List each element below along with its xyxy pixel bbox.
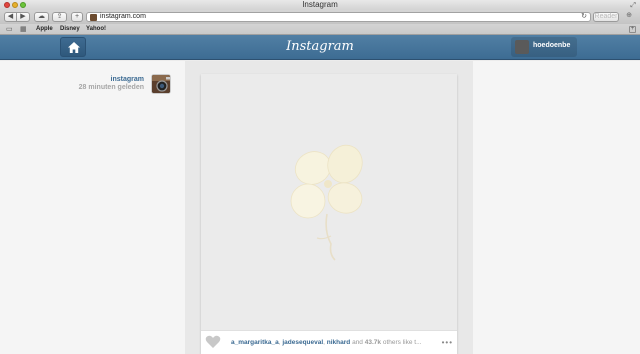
back-button[interactable]: ◀ (4, 12, 17, 22)
likes-and-text: and (352, 339, 363, 346)
bookmark-disney[interactable]: Disney (60, 24, 80, 34)
post-photo[interactable] (201, 74, 457, 330)
bookmarks-bar: ▭ ▦ Apple Disney Yahoo! + (0, 24, 640, 35)
add-bookmark-icon[interactable]: + (629, 26, 636, 33)
liker-link[interactable]: a_margaritka_a (231, 339, 279, 346)
icloud-tabs-button[interactable]: ☁ (34, 12, 49, 22)
share-icon: ⇪ (56, 13, 63, 20)
address-bar[interactable]: instagram.com ↻ (86, 12, 591, 22)
post-card: a_margaritka_a, jadesequeval, nikhard an… (201, 74, 457, 354)
liker-link[interactable]: jadesequeval (282, 339, 323, 346)
site-favicon-icon (90, 14, 97, 21)
flower-photo-image (290, 144, 363, 261)
liker-link[interactable]: nikhard (327, 339, 350, 346)
cloud-icon: ☁ (38, 13, 45, 20)
post-actions-bar: a_margaritka_a, jadesequeval, nikhard an… (201, 330, 457, 354)
post-author-info: instagram 28 minuten geleden (79, 76, 144, 91)
reader-button[interactable]: Reader (593, 12, 619, 22)
feed-right-column (473, 61, 640, 354)
instagram-header: Instagram hoedoenbe (0, 35, 640, 60)
url-text: instagram.com (100, 13, 146, 20)
bookmark-yahoo[interactable]: Yahoo! (86, 24, 106, 34)
bookmark-apple[interactable]: Apple (36, 24, 53, 34)
more-options-button[interactable]: ••• (442, 331, 453, 354)
post-timestamp[interactable]: 28 minuten geleden (79, 84, 144, 91)
forward-icon: ▶ (20, 13, 26, 20)
reading-list-icon[interactable]: ▭ (6, 25, 13, 35)
post-author-avatar[interactable] (151, 74, 171, 94)
feed-center-column: a_margaritka_a, jadesequeval, nikhard an… (185, 61, 473, 354)
avatar (515, 40, 529, 54)
forward-button[interactable]: ▶ (17, 12, 30, 22)
feed-content: instagram 28 minuten geleden a_margaritk… (0, 61, 640, 354)
likes-summary: a_margaritka_a, jadesequeval, nikhard an… (231, 339, 422, 346)
browser-toolbar: ◀ ▶ ☁ ⇪ + instagram.com ↻ Reader ⊕ (0, 10, 640, 24)
instagram-camera-icon (152, 75, 170, 93)
plus-icon: + (74, 13, 80, 20)
downloads-icon[interactable]: ⊕ (622, 12, 636, 22)
like-count[interactable]: 43.7k (365, 339, 381, 346)
top-sites-icon[interactable]: ▦ (20, 25, 27, 35)
new-tab-button[interactable]: + (71, 12, 83, 22)
share-button[interactable]: ⇪ (52, 12, 67, 22)
reload-icon[interactable]: ↻ (581, 13, 587, 21)
back-icon: ◀ (7, 13, 14, 20)
like-heart-icon[interactable] (205, 335, 221, 349)
minimize-window-button[interactable] (12, 2, 18, 8)
window-titlebar: Instagram ⤢ (0, 0, 640, 10)
window-title: Instagram (302, 0, 338, 9)
close-window-button[interactable] (4, 2, 10, 8)
profile-menu[interactable]: hoedoenbe (511, 37, 577, 57)
post-author-name[interactable]: instagram (79, 76, 144, 83)
likes-others-text: others like t... (382, 339, 422, 346)
profile-username: hoedoenbe (533, 42, 571, 49)
feed-left-column: instagram 28 minuten geleden (0, 61, 185, 354)
maximize-window-button[interactable] (20, 2, 26, 8)
